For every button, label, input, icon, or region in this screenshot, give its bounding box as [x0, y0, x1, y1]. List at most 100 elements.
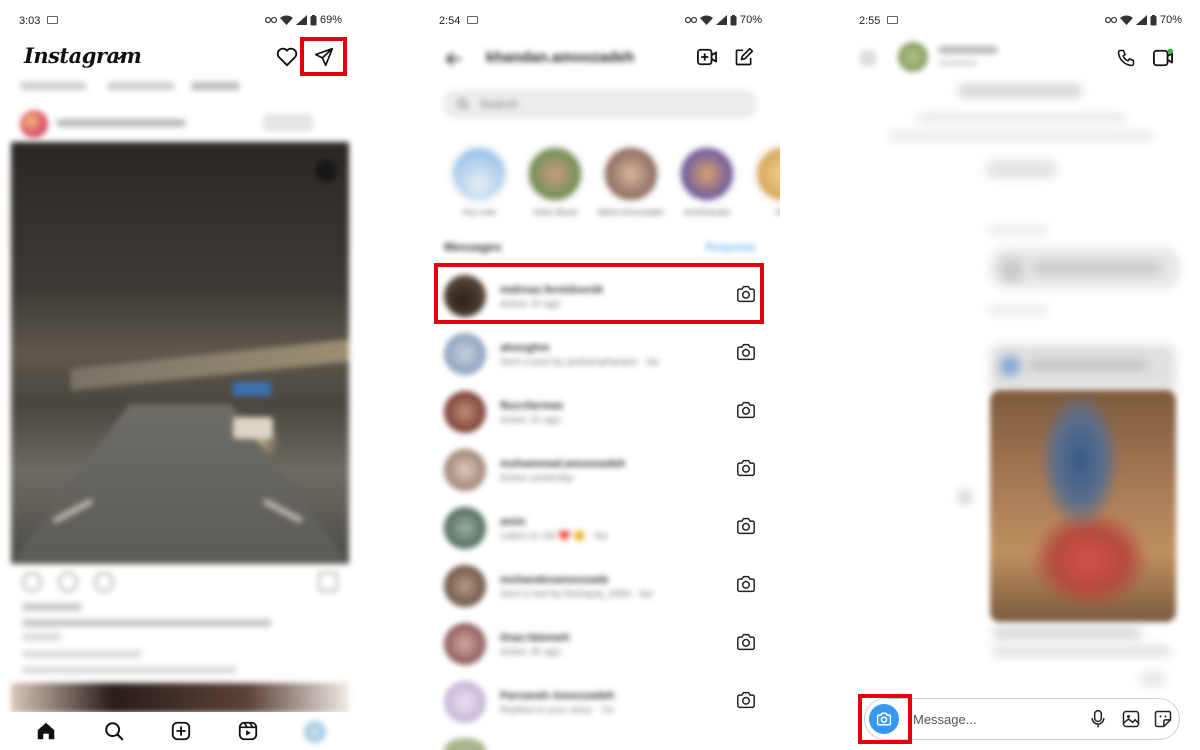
shared-photo[interactable] [990, 390, 1176, 622]
status-time: 2:54 [439, 15, 461, 27]
sticker-icon[interactable] [1153, 709, 1173, 729]
story-avatar [755, 146, 780, 202]
story-item[interactable]: Mahin Amoozadeh [596, 146, 666, 217]
avatar [444, 565, 486, 607]
message-input[interactable]: Message... [913, 712, 977, 727]
conversation-status: Sent a reel by thehayat_2000 · 6w [500, 589, 653, 600]
story-label: Hafez Barati [532, 208, 578, 217]
back-arrow-icon[interactable] [446, 52, 462, 66]
video-call-icon[interactable] [1152, 48, 1174, 68]
conversation-row[interactable]: ahooghm Sent a post by pedrampharaee · 3… [444, 328, 760, 378]
avatar [444, 333, 486, 375]
follow-button[interactable] [263, 114, 313, 132]
messages-header: Messages [444, 240, 502, 254]
comment-icon[interactable] [58, 572, 78, 592]
conversation-row[interactable]: Parvaneh Amoozadeh Replied to your story… [444, 676, 760, 726]
post-photo[interactable] [11, 142, 349, 564]
story-item[interactable]: Your note [444, 146, 514, 217]
heart-icon[interactable] [276, 47, 298, 67]
conversation-name: fburzfarman [500, 400, 564, 412]
photo-sign [233, 382, 271, 396]
conversation-highlight [434, 263, 764, 324]
create-post-icon[interactable] [170, 720, 192, 742]
conversation-row-partial [444, 738, 486, 750]
camera-icon[interactable] [736, 575, 756, 593]
avatar [444, 681, 486, 723]
save-icon[interactable] [318, 572, 338, 592]
signal-icon [1135, 15, 1147, 25]
bottom-nav [0, 712, 360, 750]
story-label: Mahin Amoozadeh [597, 208, 665, 217]
conversation-status: Replied to your story · 7w [500, 705, 614, 716]
new-video-call-icon[interactable] [696, 47, 718, 67]
compose-icon[interactable] [734, 47, 754, 67]
stories-row: Your note Hafez Barati Mahin Amoozadeh A… [444, 146, 780, 236]
direct-message-icon[interactable] [314, 47, 334, 67]
requests-link[interactable]: Requests [705, 240, 756, 254]
conversation-name: mohandesamoozade [500, 574, 609, 586]
story-label: Nim [775, 208, 780, 217]
inbox-screen: 2:54 70% khandan.amoozadeh Search Your n… [420, 0, 780, 750]
camera-icon[interactable] [736, 517, 756, 535]
microphone-icon[interactable] [1089, 709, 1107, 729]
camera-icon[interactable] [736, 343, 756, 361]
wifi-icon [279, 15, 293, 25]
link-icon [1104, 16, 1117, 24]
signal-icon [715, 15, 727, 25]
conversation-status: Laila's in 1M ❤️ 😊 · 5w [500, 531, 608, 542]
reels-icon[interactable] [237, 720, 259, 742]
conversation-row[interactable]: fburzfarman Active 1h ago [444, 386, 760, 436]
contact-name-blurred[interactable] [938, 46, 998, 54]
chat-screen: 2:55 70% Message... [840, 0, 1200, 750]
conversation-row[interactable]: mohammad.amoozadeh Active yesterday [444, 444, 760, 494]
story-item[interactable]: Amirkhandan [672, 146, 742, 217]
link-icon [264, 16, 277, 24]
signal-icon [295, 15, 307, 25]
search-icon[interactable] [103, 720, 125, 742]
story-avatar [603, 146, 659, 202]
camera-icon[interactable] [736, 459, 756, 477]
chevron-down-icon[interactable] [114, 54, 124, 61]
wifi-icon [1119, 15, 1133, 25]
conversation-status: Active yesterday [500, 473, 574, 484]
camera-icon[interactable] [736, 633, 756, 651]
battery-percent: 69% [319, 14, 342, 26]
conversation-status: Active 1h ago [500, 415, 561, 426]
conversation-name: ahooghm [500, 342, 550, 354]
link-icon [684, 16, 697, 24]
avatar[interactable] [898, 42, 928, 72]
share-icon[interactable] [94, 572, 114, 592]
search-input[interactable]: Search [444, 90, 756, 118]
wifi-icon [699, 15, 713, 25]
post-author-blurred[interactable] [56, 119, 186, 127]
conversation-name: Parvaneh Amoozadeh [500, 690, 615, 702]
camera-icon[interactable] [736, 401, 756, 419]
account-name[interactable]: khandan.amoozadeh [486, 49, 634, 66]
status-time: 3:03 [19, 15, 41, 27]
story-item[interactable]: Hafez Barati [520, 146, 590, 217]
next-post-preview [11, 683, 349, 713]
phone-icon[interactable] [1116, 48, 1136, 68]
back-arrow-icon[interactable] [860, 50, 876, 66]
contact-username-blurred [938, 60, 978, 66]
home-icon[interactable] [35, 720, 57, 742]
conversation-row[interactable]: mohandesamoozade Sent a reel by thehayat… [444, 560, 760, 610]
battery-percent: 70% [739, 14, 762, 26]
avatar[interactable] [20, 110, 48, 138]
photo-overlay-icon [315, 160, 337, 182]
avatar [444, 507, 486, 549]
status-bar: 3:03 69% [0, 0, 360, 40]
chat-header [860, 40, 1020, 76]
story-item[interactable]: Nim [748, 146, 780, 217]
avatar [444, 449, 486, 491]
status-icons: 69% [264, 14, 342, 26]
camera-icon[interactable] [736, 691, 756, 709]
battery-icon [1150, 14, 1157, 25]
gallery-icon[interactable] [1121, 709, 1141, 729]
conversation-row[interactable]: amin Laila's in 1M ❤️ 😊 · 5w [444, 502, 760, 552]
conversation-row[interactable]: ilnaz.fatemeh Active 4h ago [444, 618, 760, 668]
profile-avatar[interactable] [304, 721, 326, 743]
status-bar: 2:55 70% [840, 0, 1200, 40]
battery-icon [310, 14, 317, 25]
like-icon[interactable] [22, 572, 42, 592]
